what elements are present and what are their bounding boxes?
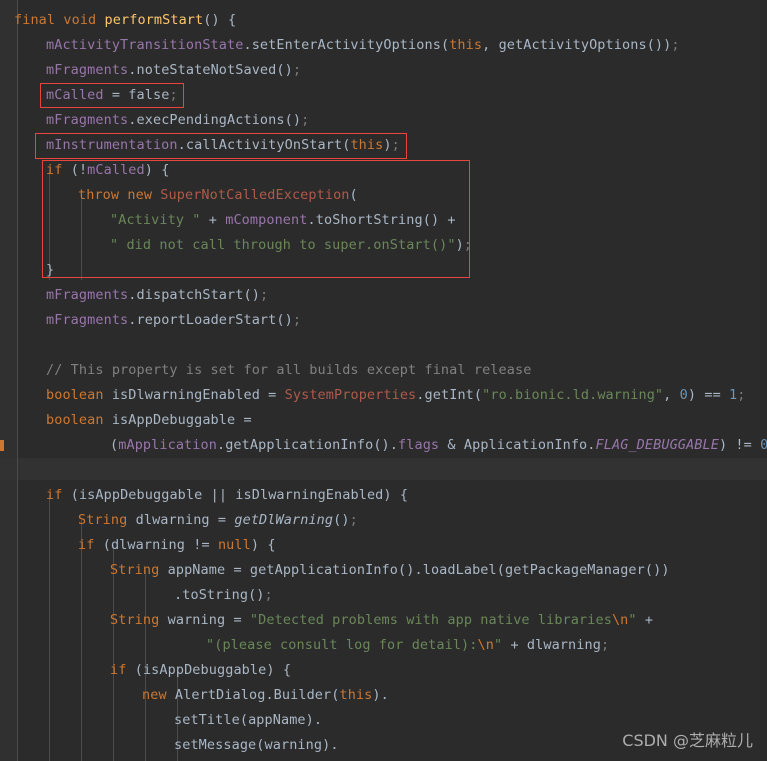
code-line[interactable]: .toString();	[0, 583, 767, 608]
code-line[interactable]: }	[0, 258, 767, 283]
code-line[interactable]: (mApplication.getApplicationInfo().flags…	[0, 433, 767, 458]
code-line[interactable]: String appName = getApplicationInfo().lo…	[0, 558, 767, 583]
code-line[interactable]: if (!mCalled) {	[0, 158, 767, 183]
code-line[interactable]: mActivityTransitionState.setEnterActivit…	[0, 33, 767, 58]
code-line[interactable]: mFragments.dispatchStart();	[0, 283, 767, 308]
code-line[interactable]: // This property is set for all builds e…	[0, 358, 767, 383]
code-line[interactable]: mFragments.noteStateNotSaved();	[0, 58, 767, 83]
code-line[interactable]	[0, 333, 767, 358]
code-line[interactable]: final void performStart() {	[0, 8, 767, 33]
code-content[interactable]: final void performStart() {mActivityTran…	[0, 0, 767, 761]
code-line[interactable]: boolean isDlwarningEnabled = SystemPrope…	[0, 383, 767, 408]
code-line[interactable]	[0, 458, 767, 483]
code-line[interactable]: mInstrumentation.callActivityOnStart(thi…	[0, 133, 767, 158]
code-line[interactable]: throw new SuperNotCalledException(	[0, 183, 767, 208]
code-line[interactable]: new AlertDialog.Builder(this).	[0, 683, 767, 708]
code-line[interactable]: boolean isAppDebuggable =	[0, 408, 767, 433]
code-line[interactable]: if (isAppDebuggable) {	[0, 658, 767, 683]
code-line[interactable]: String warning = "Detected problems with…	[0, 608, 767, 633]
code-line[interactable]: mFragments.reportLoaderStart();	[0, 308, 767, 333]
code-line[interactable]: " did not call through to super.onStart(…	[0, 233, 767, 258]
code-line[interactable]: mFragments.execPendingActions();	[0, 108, 767, 133]
code-line[interactable]: "Activity " + mComponent.toShortString()…	[0, 208, 767, 233]
watermark-label: CSDN @芝麻粒儿	[622, 731, 753, 750]
code-editor-view: final void performStart() {mActivityTran…	[0, 0, 767, 761]
code-line[interactable]: if (isAppDebuggable || isDlwarningEnable…	[0, 483, 767, 508]
code-line[interactable]: mCalled = false;	[0, 83, 767, 108]
code-line[interactable]: "(please consult log for detail):\n" + d…	[0, 633, 767, 658]
code-line[interactable]: String dlwarning = getDlWarning();	[0, 508, 767, 533]
code-line[interactable]: if (dlwarning != null) {	[0, 533, 767, 558]
